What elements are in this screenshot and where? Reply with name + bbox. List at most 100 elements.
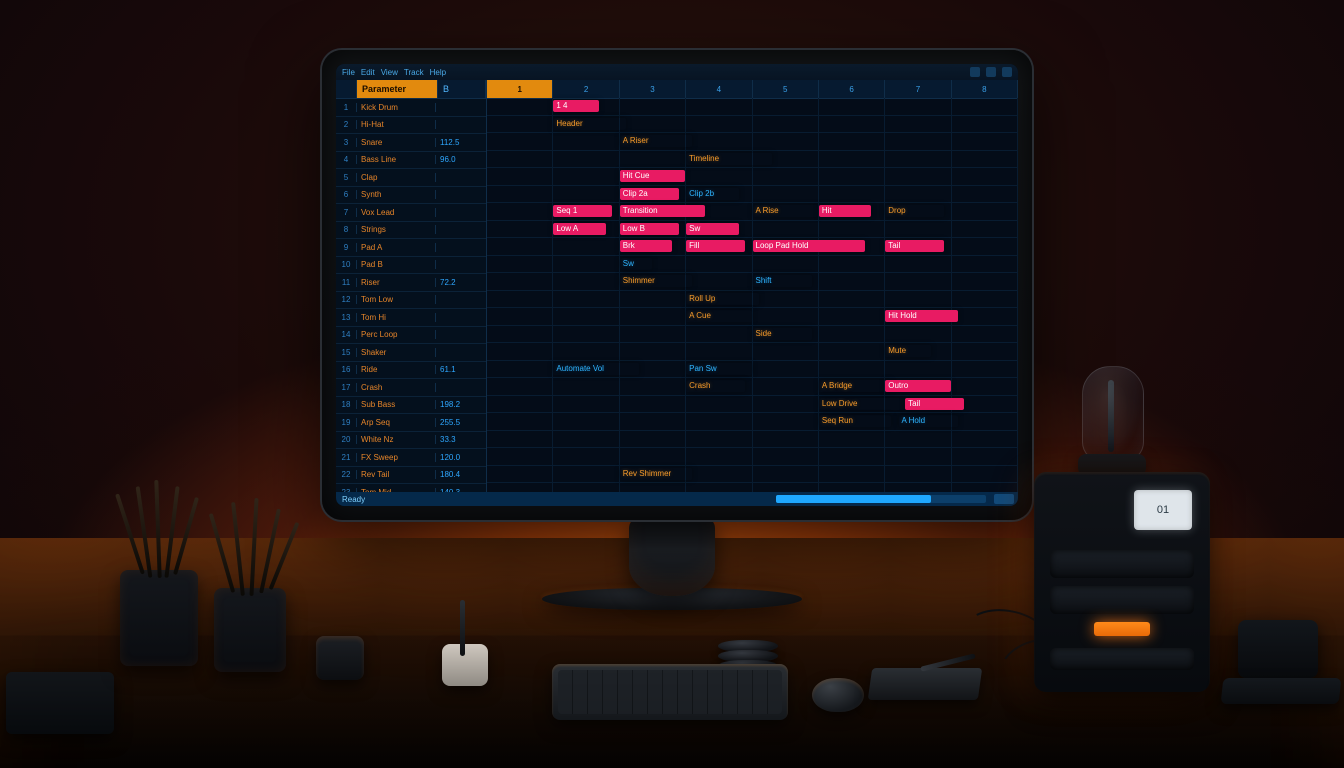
timeline-clip[interactable]: Mute: [885, 345, 931, 357]
timeline-clip[interactable]: Low Drive: [819, 398, 905, 410]
timeline-clip[interactable]: Low A: [553, 223, 605, 235]
track-row[interactable]: 6SynthDrop: [336, 187, 486, 205]
track-row[interactable]: 16Ride61.1: [336, 362, 486, 380]
timeline-lane[interactable]: [487, 431, 1018, 449]
timeline-lane[interactable]: Clip 2a Clip 2b: [487, 186, 1018, 204]
timeline-clip[interactable]: Shift: [753, 275, 812, 287]
timeline-lane[interactable]: Hit Cue: [487, 168, 1018, 186]
timeline-lane[interactable]: Seq Run A Hold: [487, 413, 1018, 431]
time-column-header[interactable]: 4: [686, 80, 752, 98]
timeline-clip[interactable]: A Rise: [753, 205, 819, 217]
track-row[interactable]: 15ShakerGate: [336, 344, 486, 362]
time-column-header[interactable]: 7: [885, 80, 951, 98]
track-row[interactable]: 11Riser72.2: [336, 274, 486, 292]
timeline-lane[interactable]: A Cue Hit Hold: [487, 308, 1018, 326]
track-row[interactable]: 17CrashMute: [336, 379, 486, 397]
timeline-lane[interactable]: Header: [487, 116, 1018, 134]
track-row[interactable]: 18Sub Bass198.2: [336, 397, 486, 415]
timeline-lane[interactable]: Seq 1 Transition A RiseHit Drop: [487, 203, 1018, 221]
timeline-clip[interactable]: A Hold: [899, 415, 958, 427]
timeline-clip[interactable]: Loop Pad Hold: [753, 240, 865, 252]
window-close-button[interactable]: [1002, 67, 1012, 77]
track-row[interactable]: 10Pad BPad Sw: [336, 257, 486, 275]
menu-item[interactable]: File: [342, 68, 355, 77]
timeline-clip[interactable]: 1 4: [553, 100, 599, 112]
track-row[interactable]: 20White Nz33.3: [336, 432, 486, 450]
timeline-lane[interactable]: [487, 448, 1018, 466]
track-row[interactable]: 21FX Sweep120.0: [336, 449, 486, 467]
timeline-lane[interactable]: Rev Shimmer: [487, 466, 1018, 484]
timeline-panel[interactable]: 12345678 1 4 Header A Riser TimelineHit Cue…: [487, 80, 1018, 492]
timeline-clip[interactable]: Low B: [620, 223, 679, 235]
timeline-clip[interactable]: Header: [553, 118, 625, 130]
timeline-lane[interactable]: Shimmer Shift: [487, 273, 1018, 291]
track-row[interactable]: 14Perc LoopChorus: [336, 327, 486, 345]
timeline-clip[interactable]: Hit Hold: [885, 310, 957, 322]
timeline-clip[interactable]: Shimmer: [620, 275, 692, 287]
timeline-clip[interactable]: Clip 2a: [620, 188, 679, 200]
timeline-clip[interactable]: Tail: [885, 240, 944, 252]
time-column-header[interactable]: 5: [753, 80, 819, 98]
track-row[interactable]: 12Tom LowFill 1: [336, 292, 486, 310]
timeline-clip[interactable]: Hit Cue: [620, 170, 686, 182]
timeline-clip[interactable]: Seq 1: [553, 205, 612, 217]
col-header-val[interactable]: B: [438, 80, 486, 98]
track-row[interactable]: 3Snare112.5: [336, 134, 486, 152]
timeline-lane[interactable]: Mute: [487, 343, 1018, 361]
time-column-header[interactable]: 6: [819, 80, 885, 98]
time-column-header[interactable]: 8: [952, 80, 1018, 98]
timeline-clip[interactable]: Drop: [885, 205, 944, 217]
timeline-lane[interactable]: Roll Up: [487, 291, 1018, 309]
timeline-clip[interactable]: Pan Sw: [686, 363, 752, 375]
time-column-header[interactable]: 3: [620, 80, 686, 98]
timeline-lane[interactable]: Timeline: [487, 151, 1018, 169]
track-row[interactable]: 22Rev Tail180.4: [336, 467, 486, 485]
menu-item[interactable]: Help: [430, 68, 446, 77]
timeline-lane[interactable]: Brk Fill Loop Pad Hold Tail: [487, 238, 1018, 256]
timeline-clip[interactable]: Seq Run: [819, 415, 891, 427]
timeline-ruler[interactable]: 12345678: [487, 80, 1018, 99]
track-row[interactable]: 5ClapBuild: [336, 169, 486, 187]
timeline-lanes[interactable]: 1 4HeaderA RiserTimelineHit CueClip 2aCl…: [487, 98, 1018, 492]
playback-progress[interactable]: [776, 495, 986, 503]
timeline-clip[interactable]: A Cue: [686, 310, 752, 322]
timeline-clip[interactable]: Automate Vol: [553, 363, 639, 375]
window-min-button[interactable]: [970, 67, 980, 77]
window-max-button[interactable]: [986, 67, 996, 77]
timeline-clip[interactable]: Clip 2b: [686, 188, 738, 200]
timeline-clip[interactable]: Crash: [686, 380, 745, 392]
timeline-lane[interactable]: A Riser: [487, 133, 1018, 151]
timeline-clip[interactable]: Fill: [686, 240, 745, 252]
timeline-clip[interactable]: Rev Shimmer: [620, 468, 692, 480]
timeline-clip[interactable]: Tail: [905, 398, 964, 410]
timeline-clip[interactable]: Sw: [686, 223, 738, 235]
timeline-lane[interactable]: 1 4: [487, 98, 1018, 116]
timeline-clip[interactable]: Hit: [819, 205, 871, 217]
timeline-clip[interactable]: Outro: [885, 380, 951, 392]
track-row[interactable]: 13Tom HiGate: [336, 309, 486, 327]
track-row[interactable]: 1Kick DrumIntro: [336, 99, 486, 117]
menu-item[interactable]: Track: [404, 68, 424, 77]
timeline-clip[interactable]: Brk: [620, 240, 672, 252]
timeline-lane[interactable]: [487, 483, 1018, 492]
timeline-lane[interactable]: Side: [487, 326, 1018, 344]
timeline-lane[interactable]: Automate Vol Pan Sw: [487, 361, 1018, 379]
timeline-clip[interactable]: Transition: [620, 205, 706, 217]
col-header-name[interactable]: Parameter: [357, 80, 438, 98]
track-row[interactable]: 8StringsHold Low: [336, 222, 486, 240]
menu-item[interactable]: View: [381, 68, 398, 77]
timeline-clip[interactable]: Roll Up: [686, 293, 758, 305]
timeline-clip[interactable]: Timeline: [686, 153, 772, 165]
track-row[interactable]: 7Vox LeadPattern A: [336, 204, 486, 222]
timeline-clip[interactable]: Sw: [620, 258, 653, 270]
track-row[interactable]: 9Pad ABreak: [336, 239, 486, 257]
time-column-header[interactable]: 2: [553, 80, 619, 98]
timeline-lane[interactable]: Crash A BridgeOutro: [487, 378, 1018, 396]
track-row[interactable]: 2Hi-HatVerse 1: [336, 117, 486, 135]
track-row[interactable]: 4Bass Line96.0: [336, 152, 486, 170]
track-row[interactable]: 19Arp Seq255.5: [336, 414, 486, 432]
timeline-lane[interactable]: Low DriveTail: [487, 396, 1018, 414]
timeline-clip[interactable]: Side: [753, 328, 812, 340]
timeline-clip[interactable]: A Bridge: [819, 380, 891, 392]
time-column-header[interactable]: 1: [487, 80, 553, 98]
